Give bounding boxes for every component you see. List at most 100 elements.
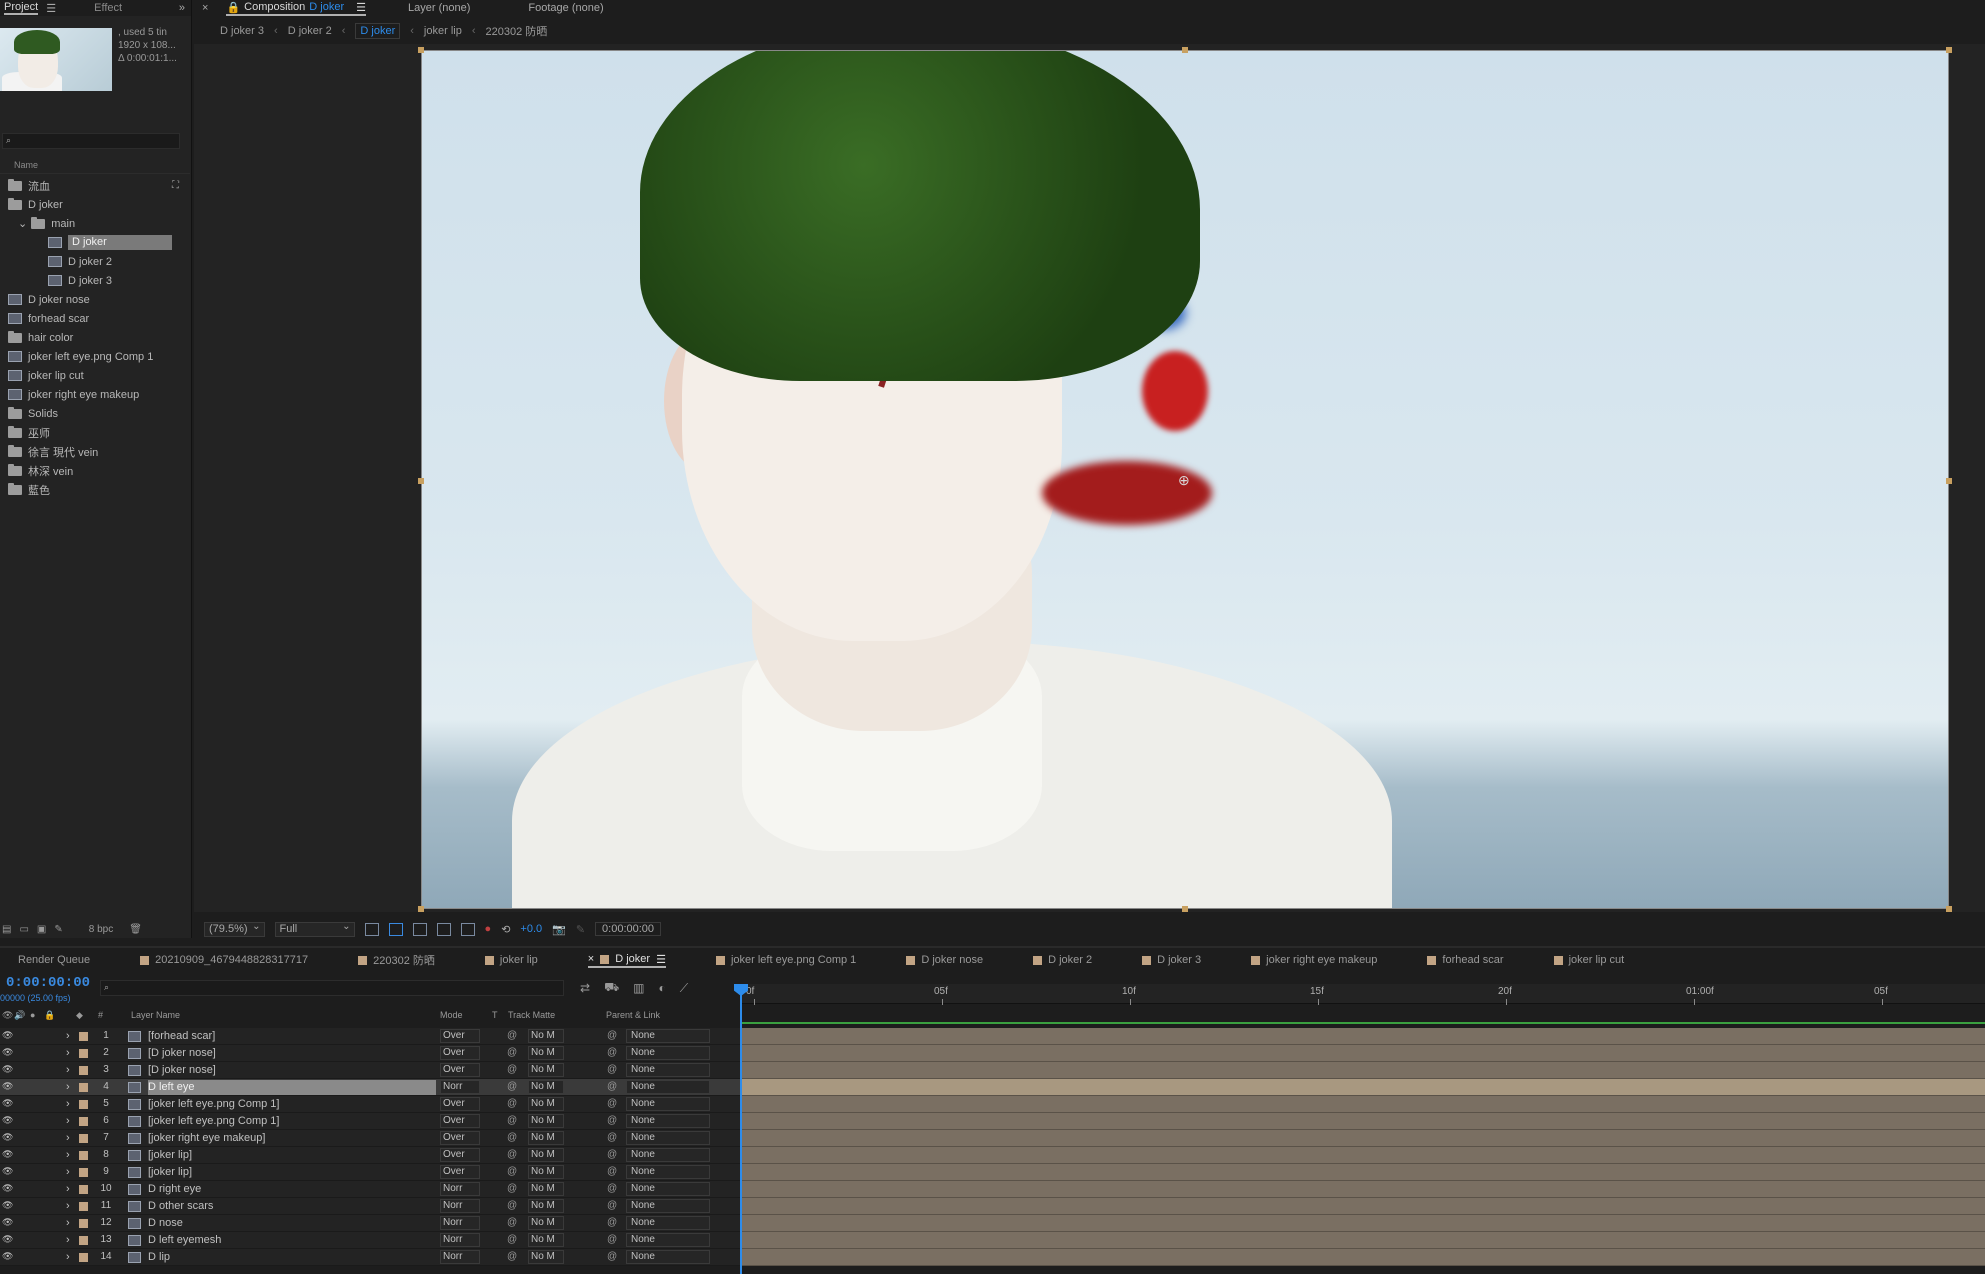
- project-item[interactable]: 徐言 現代 vein: [0, 442, 190, 461]
- parent-dropdown[interactable]: None: [626, 1199, 710, 1213]
- menu-icon[interactable]: ☰: [656, 953, 666, 966]
- track-matte-dropdown[interactable]: No M: [528, 1165, 564, 1179]
- playhead[interactable]: [740, 984, 742, 1274]
- expand-arrow-icon[interactable]: ⌄: [18, 217, 27, 230]
- layer-name[interactable]: D left eyemesh: [148, 1234, 221, 1246]
- transform-handle[interactable]: [1946, 478, 1952, 484]
- track-matte-dropdown[interactable]: No M: [528, 1046, 564, 1060]
- expand-arrow-icon[interactable]: ›: [66, 1030, 70, 1042]
- layer-row[interactable]: 👁 1 [forhead scar] Over @ No M @ None ›: [0, 1028, 740, 1045]
- timeline-tab[interactable]: Render Queue: [18, 954, 90, 966]
- pickwhip-icon[interactable]: @: [507, 1149, 517, 1160]
- layer-row[interactable]: 👁 9 [joker lip] Over @ No M @ None ›: [0, 1164, 740, 1181]
- expand-arrow-icon[interactable]: ›: [66, 1234, 70, 1246]
- visibility-icon[interactable]: 👁: [2, 1132, 13, 1143]
- frame-blending-icon[interactable]: ▥: [633, 981, 644, 995]
- pickwhip-icon[interactable]: @: [507, 1030, 517, 1041]
- grid-guides-icon[interactable]: [460, 922, 475, 936]
- layer-duration-bar[interactable]: [740, 1113, 1985, 1130]
- project-item[interactable]: ⌄ main: [0, 214, 190, 233]
- transform-handle[interactable]: [418, 906, 424, 912]
- timeline-tab[interactable]: joker left eye.png Comp 1: [715, 954, 856, 966]
- parent-dropdown[interactable]: None: [626, 1080, 710, 1094]
- parent-dropdown[interactable]: None: [626, 1063, 710, 1077]
- tab-layer[interactable]: Layer (none): [408, 2, 470, 14]
- exposure-value[interactable]: +0.0: [520, 923, 542, 935]
- layer-row[interactable]: 👁 12 D nose Norr @ No M @ None ›: [0, 1215, 740, 1232]
- layer-name-header[interactable]: Layer Name: [131, 1010, 180, 1020]
- parent-dropdown[interactable]: None: [626, 1182, 710, 1196]
- pickwhip-icon[interactable]: @: [507, 1064, 517, 1075]
- zoom-dropdown[interactable]: (79.5%): [204, 920, 265, 937]
- transform-handle[interactable]: [418, 47, 424, 53]
- timeline-tab[interactable]: × D joker ☰: [587, 953, 666, 968]
- visibility-icon[interactable]: 👁: [2, 1217, 13, 1228]
- parent-pickwhip-icon[interactable]: @: [607, 1098, 617, 1109]
- expand-arrow-icon[interactable]: ›: [66, 1200, 70, 1212]
- track-matte-dropdown[interactable]: No M: [528, 1097, 564, 1111]
- parent-pickwhip-icon[interactable]: @: [607, 1251, 617, 1262]
- fast-previews-icon[interactable]: [364, 922, 379, 936]
- layer-name[interactable]: [joker lip]: [148, 1166, 192, 1178]
- color-channels-icon[interactable]: ●: [485, 923, 492, 935]
- transform-handle[interactable]: [418, 478, 424, 484]
- pickwhip-icon[interactable]: @: [507, 1234, 517, 1245]
- expand-arrow-icon[interactable]: ›: [66, 1183, 70, 1195]
- parent-pickwhip-icon[interactable]: @: [607, 1064, 617, 1075]
- visibility-icon[interactable]: 👁: [2, 1064, 13, 1075]
- parent-dropdown[interactable]: None: [626, 1165, 710, 1179]
- parent-dropdown[interactable]: None: [626, 1216, 710, 1230]
- pickwhip-icon[interactable]: @: [507, 1098, 517, 1109]
- project-search-input[interactable]: ⌕: [2, 133, 180, 149]
- pickwhip-icon[interactable]: @: [507, 1251, 517, 1262]
- layer-name[interactable]: [joker right eye makeup]: [148, 1132, 265, 1144]
- layer-duration-bar[interactable]: [740, 1181, 1985, 1198]
- show-snapshot-icon[interactable]: ✎: [576, 923, 585, 936]
- layer-row[interactable]: 👁 14 D lip Norr @ No M @ None ›: [0, 1249, 740, 1266]
- visibility-icon[interactable]: 👁: [2, 1183, 13, 1194]
- track-matte-dropdown[interactable]: No M: [528, 1199, 564, 1213]
- blend-mode-dropdown[interactable]: Over: [440, 1046, 480, 1060]
- layer-name[interactable]: [D joker nose]: [148, 1064, 216, 1076]
- expand-panel-icon[interactable]: »: [179, 2, 185, 14]
- parent-dropdown[interactable]: None: [626, 1148, 710, 1162]
- layer-duration-bar[interactable]: [740, 1079, 1985, 1096]
- project-item[interactable]: 巫师: [0, 423, 190, 442]
- parent-pickwhip-icon[interactable]: @: [607, 1030, 617, 1041]
- visibility-icon[interactable]: 👁: [2, 1166, 13, 1177]
- track-matte-dropdown[interactable]: No M: [528, 1182, 564, 1196]
- expand-arrow-icon[interactable]: ›: [66, 1149, 70, 1161]
- layer-duration-bar[interactable]: [740, 1096, 1985, 1113]
- resolution-dropdown[interactable]: Full: [274, 920, 355, 937]
- project-item[interactable]: 藍色: [0, 480, 190, 499]
- blend-mode-dropdown[interactable]: Over: [440, 1114, 480, 1128]
- layer-name[interactable]: D nose: [148, 1217, 183, 1229]
- visibility-icon[interactable]: 👁: [2, 1200, 13, 1211]
- breadcrumb-item[interactable]: D joker: [355, 23, 401, 39]
- layer-name[interactable]: D right eye: [148, 1183, 201, 1195]
- pickwhip-icon[interactable]: @: [507, 1217, 517, 1228]
- timeline-tab[interactable]: D joker 2: [1033, 954, 1092, 966]
- project-item[interactable]: 流血: [0, 176, 190, 195]
- timeline-tab[interactable]: 220302 防晒: [358, 952, 435, 968]
- expand-arrow-icon[interactable]: ›: [66, 1047, 70, 1059]
- menu-icon[interactable]: ☰: [46, 2, 56, 15]
- parent-dropdown[interactable]: None: [626, 1131, 710, 1145]
- close-icon[interactable]: ×: [588, 953, 594, 965]
- layer-duration-bar[interactable]: [740, 1198, 1985, 1215]
- visibility-icon[interactable]: 👁: [2, 1115, 13, 1126]
- layer-name[interactable]: D lip: [148, 1251, 170, 1263]
- blend-mode-dropdown[interactable]: Norr: [440, 1080, 480, 1094]
- name-column-header[interactable]: Name: [0, 160, 190, 174]
- timeline-search-input[interactable]: ⌕: [100, 980, 564, 996]
- parent-dropdown[interactable]: None: [626, 1097, 710, 1111]
- visibility-icon[interactable]: 👁: [2, 1047, 13, 1058]
- snapshot-icon[interactable]: 📷: [552, 923, 566, 936]
- parent-dropdown[interactable]: None: [626, 1029, 710, 1043]
- timeline-tab[interactable]: joker lip: [484, 954, 538, 966]
- blend-mode-dropdown[interactable]: Over: [440, 1097, 480, 1111]
- project-item[interactable]: Solids: [0, 404, 190, 423]
- blend-mode-dropdown[interactable]: Over: [440, 1029, 480, 1043]
- blend-mode-dropdown[interactable]: Norr: [440, 1216, 480, 1230]
- parent-dropdown[interactable]: None: [626, 1046, 710, 1060]
